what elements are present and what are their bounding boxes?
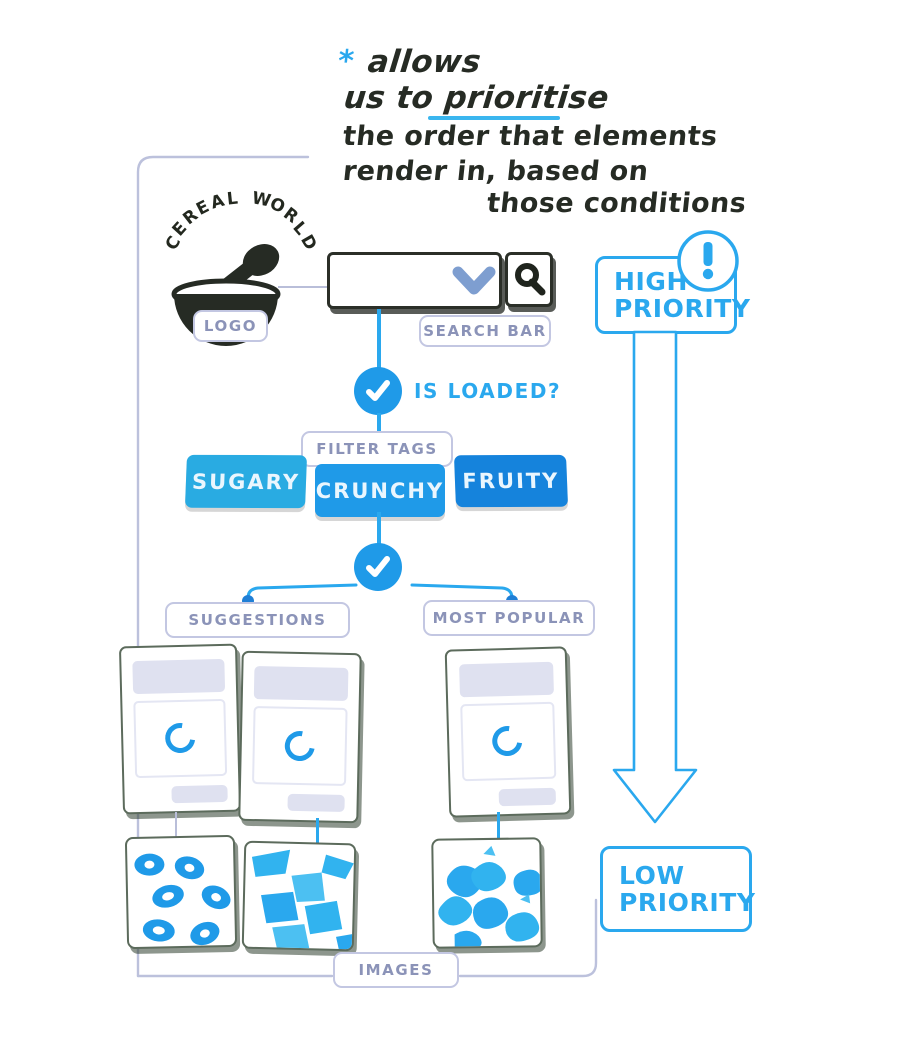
prioritise-underline (428, 116, 560, 120)
chevron-down-icon[interactable] (452, 266, 496, 296)
images-label: IMAGES (333, 952, 459, 988)
filter-tags-label: FILTER TAGS (301, 431, 453, 467)
connector-filters-to-branch (377, 512, 381, 546)
is-loaded-label: IS LOADED? (414, 379, 562, 403)
annotation-line-5: those conditions (485, 188, 748, 219)
search-bar-label: SEARCH BAR (419, 315, 551, 347)
image-card-cereal-flakes[interactable] (241, 840, 357, 952)
section-label-most-popular: MOST POPULAR (423, 600, 595, 636)
connector-card-to-image (316, 818, 319, 844)
brand-letter: L (225, 188, 240, 210)
low-priority-line-2: PRIORITY (619, 888, 756, 917)
skeleton-title-bar (132, 658, 226, 695)
annotation-line-1: allows (366, 44, 483, 80)
skeleton-card[interactable] (118, 643, 242, 815)
annotation-line-3: the order that elements (341, 121, 720, 152)
skeleton-footer-bar (498, 787, 557, 807)
logo-label: LOGO (193, 310, 268, 342)
connector-search-to-isloaded (377, 309, 381, 371)
cereal-rings-art (134, 853, 231, 946)
image-card-cereal-rings[interactable] (124, 834, 238, 950)
skeleton-title-bar (253, 666, 349, 701)
exclamation-circle-icon (677, 230, 739, 292)
section-label-suggestions: SUGGESTIONS (165, 602, 350, 638)
low-priority-line-1: LOW (619, 861, 685, 890)
filter-tag-crunchy[interactable]: CRUNCHY (315, 464, 445, 517)
filter-tag-label: SUGARY (191, 469, 301, 494)
cereal-flakes-art (251, 849, 357, 952)
annotation-bullet: * (336, 44, 356, 79)
connector-logo-to-search (278, 286, 328, 288)
skeleton-card[interactable] (444, 646, 572, 818)
filter-tag-label: FRUITY (462, 468, 560, 494)
annotation-line-2: us to prioritise (342, 80, 611, 116)
skeleton-title-bar (459, 661, 554, 698)
high-priority-line-2: PRIORITY (614, 294, 751, 323)
skeleton-footer-bar (171, 784, 228, 804)
skeleton-footer-bar (287, 793, 345, 812)
long-down-arrow-icon (612, 330, 698, 824)
cereal-clusters-art (438, 845, 543, 949)
magnifier-icon[interactable] (512, 262, 546, 296)
connector-card-to-image (497, 812, 500, 840)
is-loaded-check-icon[interactable] (354, 367, 402, 415)
filter-tag-label: CRUNCHY (315, 478, 445, 503)
annotation-line-4: render in, based on (341, 156, 651, 187)
image-card-cereal-clusters[interactable] (431, 837, 543, 949)
diagram-canvas: * allows us to prioritise the order that… (0, 0, 900, 1040)
low-priority-sign: LOW PRIORITY (600, 846, 756, 932)
filter-tag-sugary[interactable]: SUGARY (184, 454, 308, 509)
skeleton-card[interactable] (238, 650, 362, 824)
filter-tag-fruity[interactable]: FRUITY (453, 454, 569, 508)
